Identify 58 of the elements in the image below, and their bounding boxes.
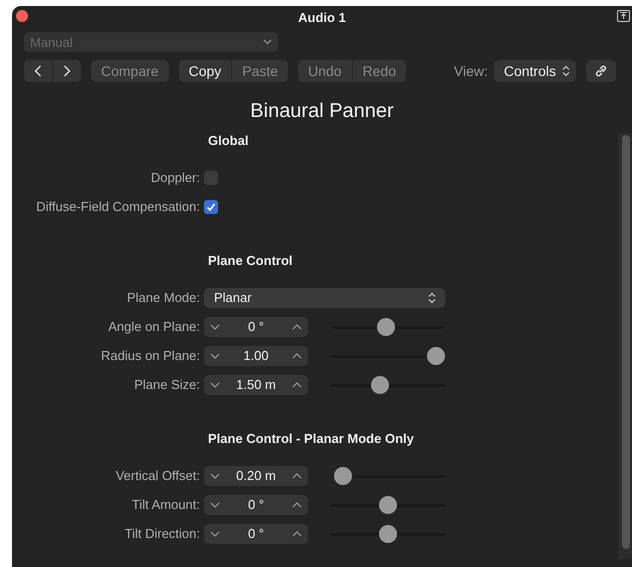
slider-thumb[interactable]	[377, 318, 396, 336]
slider-thumb[interactable]	[379, 496, 397, 514]
checkbox[interactable]	[204, 170, 218, 184]
decrement-icon[interactable]	[210, 382, 220, 388]
slider-thumb[interactable]	[379, 524, 397, 542]
slider[interactable]	[331, 524, 445, 542]
slider[interactable]	[331, 318, 445, 336]
link-button[interactable]	[586, 60, 616, 82]
decrement-icon[interactable]	[210, 502, 220, 508]
plugin-title: Binaural Panner	[249, 100, 395, 123]
link-icon	[594, 64, 608, 78]
chevron-down-icon	[263, 39, 272, 45]
slider[interactable]	[331, 466, 445, 484]
field-label: Vertical Offset:	[114, 468, 200, 483]
increment-icon[interactable]	[292, 472, 302, 478]
slider-thumb[interactable]	[334, 466, 352, 484]
view-label: View:	[454, 63, 488, 79]
slider[interactable]	[331, 496, 445, 514]
increment-icon[interactable]	[292, 502, 302, 508]
value-field[interactable]: 1.00	[243, 348, 269, 363]
field-label: Tilt Amount:	[130, 497, 200, 512]
slider[interactable]	[331, 346, 445, 364]
field-label: Doppler:	[150, 170, 200, 185]
slider-thumb[interactable]	[427, 346, 445, 364]
window-expand-icon[interactable]	[617, 10, 630, 22]
scrollbar[interactable]	[619, 133, 632, 559]
chevron-left-icon	[34, 65, 42, 77]
chevron-right-icon	[63, 65, 71, 77]
field-label: Radius on Plane:	[100, 348, 200, 363]
section-heading: Plane Control - Planar Mode Only	[208, 431, 415, 448]
section-heading: Global	[208, 133, 250, 150]
field-label: Tilt Direction:	[124, 526, 200, 541]
section-heading: Plane Control	[208, 253, 294, 270]
increment-icon[interactable]	[292, 352, 302, 358]
increment-icon[interactable]	[292, 324, 302, 330]
checkbox[interactable]	[204, 200, 218, 214]
value-field[interactable]: 0 °	[248, 526, 264, 541]
field-label: Plane Mode:	[126, 290, 200, 305]
view-dropdown[interactable]: Controls	[494, 60, 576, 82]
slider-thumb[interactable]	[371, 376, 390, 394]
forward-button[interactable]	[52, 60, 81, 82]
increment-icon[interactable]	[292, 382, 302, 388]
value-field[interactable]: 0 °	[248, 497, 264, 512]
value-field[interactable]: 0 °	[248, 319, 264, 334]
close-button[interactable]	[16, 10, 28, 22]
decrement-icon[interactable]	[210, 530, 220, 536]
up-down-chevron-icon	[428, 292, 436, 304]
field-label: Diffuse-Field Compensation:	[35, 199, 200, 214]
decrement-icon[interactable]	[210, 324, 220, 330]
decrement-icon[interactable]	[210, 352, 220, 358]
decrement-icon[interactable]	[210, 472, 220, 478]
up-down-chevron-icon	[562, 65, 570, 77]
field-label: Angle on Plane:	[107, 319, 200, 334]
field-label: Plane Size:	[133, 377, 200, 392]
slider[interactable]	[331, 376, 445, 394]
plane-mode-dropdown[interactable]: Planar	[204, 288, 445, 308]
window-title: Audio 1	[298, 10, 346, 24]
increment-icon[interactable]	[292, 530, 302, 536]
